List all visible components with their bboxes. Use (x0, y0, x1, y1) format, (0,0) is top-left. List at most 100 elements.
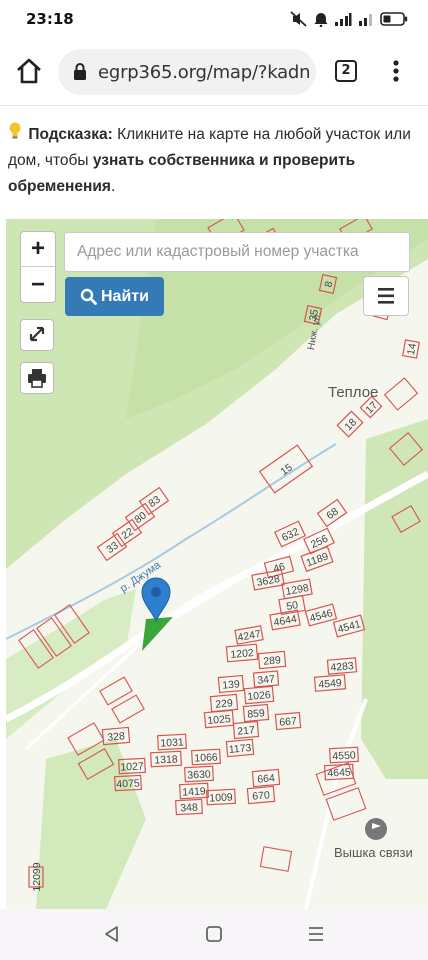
parcel[interactable]: 1173 (225, 738, 255, 758)
parcel[interactable]: 1025 (203, 709, 235, 729)
parcel-number: 664 (257, 772, 276, 785)
parcel[interactable]: 80 (124, 502, 156, 532)
parcel-number: 18 (342, 416, 359, 433)
parcel[interactable]: 1026 (243, 685, 275, 705)
parcel-number: 1026 (247, 689, 271, 703)
parcel[interactable]: 4550 (329, 746, 359, 764)
parcel-number: 289 (263, 654, 282, 667)
search-icon (80, 288, 97, 305)
forest-area (361, 419, 428, 779)
parcel[interactable]: 18 (336, 410, 364, 438)
parcel[interactable]: 1009 (206, 788, 236, 806)
parcel[interactable]: 670 (246, 785, 276, 805)
parcel-number: 4283 (330, 660, 354, 674)
parcel[interactable]: 4546 (304, 603, 338, 627)
parcel[interactable]: 12099 (28, 862, 44, 892)
parcel[interactable]: 139 (217, 674, 245, 694)
parcel[interactable]: 229 (209, 693, 239, 713)
parcel-number: 670 (252, 789, 271, 802)
parcel-number: 1031 (160, 736, 184, 749)
parcel[interactable]: 348 (175, 798, 203, 816)
menu-lines-icon (309, 927, 323, 941)
cadastral-map[interactable]: 83 80 22 33 15 68 632 256 1189 46 3628 1298 50 4644 45… (6, 219, 428, 909)
parcel[interactable]: 859 (242, 703, 270, 723)
square-icon (206, 926, 222, 942)
parcel[interactable]: 4541 (332, 614, 366, 638)
parcel[interactable]: 14 (402, 339, 420, 359)
fullscreen-icon (29, 326, 45, 342)
browser-menu-button[interactable] (386, 56, 406, 86)
parcel[interactable]: 347 (252, 670, 280, 688)
hint-label: Подсказка: (28, 126, 113, 143)
signal-icon-1 (335, 13, 352, 26)
system-nav-bar (0, 909, 428, 960)
mute-icon (290, 11, 307, 27)
zoom-out-button[interactable]: − (21, 268, 55, 303)
address-search-input[interactable]: Адрес или кадастровый номер участка (64, 232, 410, 272)
parcel-number: 4550 (332, 749, 356, 762)
parcel[interactable]: 664 (251, 768, 281, 788)
hamburger-icon (378, 288, 394, 304)
parcel[interactable]: 4247 (234, 625, 264, 645)
find-button[interactable]: Найти (65, 277, 164, 316)
battery-icon (380, 12, 408, 26)
layers-menu-button[interactable] (363, 276, 409, 316)
recents-nav-button[interactable] (304, 922, 328, 946)
parcel-number: 348 (180, 802, 198, 815)
parcel-number: 139 (222, 678, 241, 691)
parcel[interactable]: 1298 (281, 578, 313, 600)
parcel-number: 347 (257, 673, 276, 686)
parcel[interactable]: 1189 (300, 545, 334, 573)
parcel[interactable]: 1318 (150, 750, 182, 768)
hint-text: Подсказка: Кликните на карте на любой уч… (8, 122, 418, 200)
location-marker-icon[interactable] (141, 577, 171, 623)
parcel-number: 217 (237, 724, 256, 737)
browser-toolbar: egrp365.org/map/?kadn 2 (0, 38, 428, 106)
place-label: Теплое (328, 384, 379, 401)
parcel-number: 3630 (187, 768, 211, 781)
address-bar[interactable]: egrp365.org/map/?kadn (58, 49, 316, 95)
parcel[interactable]: 1419 (179, 782, 209, 800)
selected-parcel[interactable] (142, 617, 173, 651)
parcel-number: 1173 (228, 742, 252, 756)
back-nav-button[interactable] (100, 922, 124, 946)
parcel-number: 1025 (207, 713, 231, 727)
parcel-number: 229 (215, 697, 234, 710)
status-icons (290, 9, 408, 29)
parcel[interactable]: 1027 (118, 757, 146, 775)
home-nav-button[interactable] (202, 922, 226, 946)
parcel[interactable]: 667 (274, 711, 302, 731)
home-button[interactable] (14, 56, 44, 86)
parcel[interactable]: 1202 (225, 643, 259, 663)
more-vert-icon (393, 60, 399, 82)
tab-switcher-button[interactable]: 2 (335, 60, 357, 82)
map-canvas[interactable]: 838022331568632 25611894636281298504644 45… (6, 219, 428, 909)
parcel-outline[interactable] (259, 846, 293, 872)
parcel[interactable]: 15 (258, 444, 314, 494)
parcel-outline[interactable] (383, 377, 419, 411)
parcel[interactable]: 4644 (269, 609, 301, 631)
parcel-number: 83 (146, 493, 163, 510)
parcel[interactable]: 4283 (326, 657, 358, 675)
parcel[interactable]: 217 (232, 720, 260, 740)
parcel[interactable]: 1066 (191, 748, 221, 766)
zoom-in-button[interactable]: + (21, 232, 55, 267)
parcel-number: 1318 (154, 753, 178, 766)
parcel-number: 1009 (209, 791, 233, 804)
parcel-number: 12099 (31, 862, 43, 891)
parcel[interactable]: 1031 (157, 733, 187, 751)
tower-icon (365, 818, 387, 840)
parcel-number: 4645 (327, 766, 351, 779)
parcel[interactable]: 4549 (313, 674, 347, 692)
parcel-number: 1066 (194, 751, 218, 764)
parcel[interactable]: 4075 (114, 774, 142, 792)
parcel-number: 14 (405, 342, 419, 356)
printer-icon (28, 369, 46, 388)
parcel[interactable]: 3630 (184, 765, 214, 783)
parcel[interactable]: 83 (138, 486, 170, 516)
find-button-label: Найти (101, 288, 149, 305)
parcel[interactable]: 289 (257, 650, 287, 670)
parcel-number: 1419 (182, 785, 206, 798)
print-button[interactable] (20, 362, 54, 394)
fullscreen-button[interactable] (20, 319, 54, 351)
